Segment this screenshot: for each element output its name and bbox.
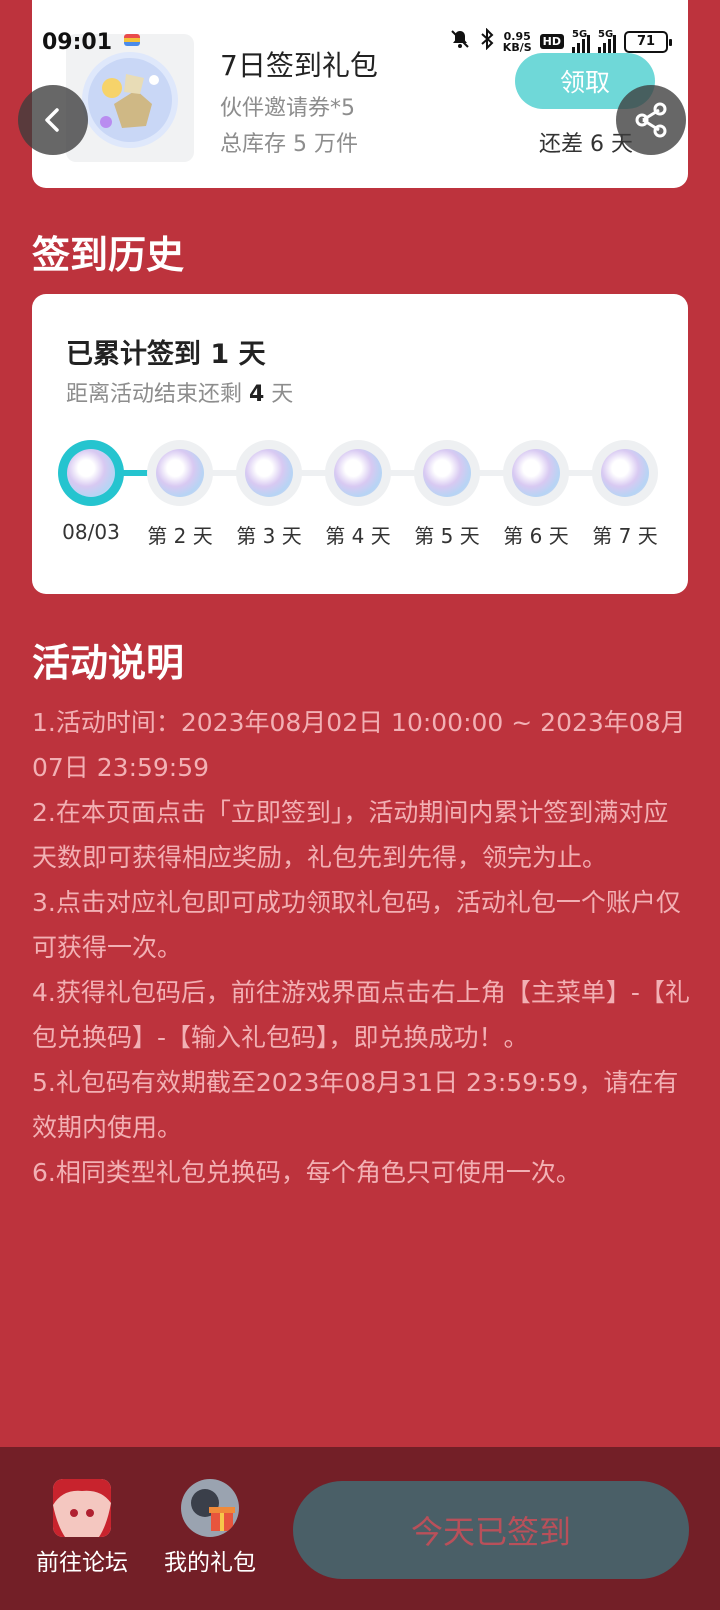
- signal-icon: 5G: [572, 28, 590, 53]
- chevron-left-icon: [45, 108, 59, 132]
- forum-label: 前往论坛: [36, 1550, 128, 1576]
- network-speed: 0.95 KB/S: [503, 31, 532, 53]
- remain-days-value: 4: [249, 382, 265, 407]
- gift-subtitle: 伙伴邀请券*5: [220, 96, 355, 121]
- signal-label: 5G: [572, 28, 588, 40]
- history-card: 已累计签到 1 天 距离活动结束还剩 4 天 08/03 第 2 天 第 3 天…: [32, 294, 688, 594]
- network-speed-value: 0.95: [503, 29, 531, 43]
- day-4-reward-icon[interactable]: [325, 440, 391, 506]
- history-section-title: 签到历史: [32, 233, 185, 277]
- day-7-label: 第 7 天: [592, 524, 658, 548]
- status-icons: 0.95 KB/S HD 5G 5G 71: [449, 27, 672, 55]
- status-bar: 09:01 0.95 KB/S HD 5G 5G 71: [0, 0, 720, 60]
- remaining-days-text: 距离活动结束还剩 4 天: [66, 376, 293, 408]
- day-4-label: 第 4 天: [325, 524, 391, 548]
- description-list: 1.活动时间：2023年08月02日 10:00:00 ~ 2023年08月07…: [32, 700, 692, 1195]
- total-prefix: 已累计签到: [66, 339, 211, 370]
- day-3-label: 第 3 天: [236, 524, 302, 548]
- hd-icon: HD: [539, 34, 564, 49]
- forum-avatar-icon: [53, 1479, 111, 1537]
- total-suffix: 天: [229, 339, 266, 370]
- mute-bell-icon: [449, 28, 471, 55]
- network-speed-unit: KB/S: [502, 40, 532, 54]
- back-button[interactable]: [18, 85, 88, 155]
- total-days-value: 1: [210, 339, 230, 370]
- day-2-reward-icon[interactable]: [147, 440, 213, 506]
- share-button[interactable]: [616, 85, 686, 155]
- forum-button[interactable]: 前往论坛: [27, 1479, 137, 1577]
- my-gifts-button[interactable]: 我的礼包: [155, 1479, 265, 1577]
- description-item: 1.活动时间：2023年08月02日 10:00:00 ~ 2023年08月07…: [32, 708, 686, 782]
- description-item: 2.在本页面点击「立即签到」，活动期间内累计签到满对应天数即可获得相应奖励，礼包…: [32, 798, 669, 872]
- signed-today-button[interactable]: 今天已签到: [293, 1481, 689, 1579]
- share-icon: [635, 102, 667, 138]
- remain-prefix: 距离活动结束还剩: [66, 382, 249, 407]
- day-1-label: 08/03: [62, 520, 120, 544]
- day-5-label: 第 5 天: [414, 524, 480, 548]
- description-item: 5.礼包码有效期截至2023年08月31日 23:59:59，请在有效期内使用。: [32, 1068, 679, 1142]
- battery-icon: 71: [624, 30, 672, 53]
- app-indicator-icon: [124, 34, 140, 46]
- day-6-reward-icon[interactable]: [503, 440, 569, 506]
- description-item: 4.获得礼包码后，前往游戏界面点击右上角【主菜单】-【礼包兑换码】-【输入礼包码…: [32, 978, 690, 1052]
- signal-icon-2: 5G: [598, 28, 616, 53]
- day-6-label: 第 6 天: [503, 524, 569, 548]
- my-gifts-label: 我的礼包: [164, 1550, 256, 1576]
- my-gifts-icon: [181, 1479, 239, 1537]
- description-section-title: 活动说明: [32, 641, 185, 685]
- remain-suffix: 天: [264, 382, 294, 407]
- total-signin-text: 已累计签到 1 天: [66, 332, 266, 371]
- gift-stock: 总库存 5 万件: [220, 132, 358, 157]
- bottom-bar: 前往论坛 我的礼包 今天已签到: [0, 1447, 720, 1610]
- day-5-reward-icon[interactable]: [414, 440, 480, 506]
- day-3-reward-icon[interactable]: [236, 440, 302, 506]
- signal-label-2: 5G: [598, 28, 614, 40]
- description-item: 3.点击对应礼包即可成功领取礼包码，活动礼包一个账户仅可获得一次。: [32, 888, 681, 962]
- day-1-reward-icon[interactable]: [58, 440, 124, 506]
- description-item: 6.相同类型礼包兑换码，每个角色只可使用一次。: [32, 1158, 581, 1187]
- day-7-reward-icon[interactable]: [592, 440, 658, 506]
- bluetooth-icon: [479, 27, 495, 55]
- day-2-label: 第 2 天: [147, 524, 213, 548]
- status-time: 09:01: [42, 30, 113, 55]
